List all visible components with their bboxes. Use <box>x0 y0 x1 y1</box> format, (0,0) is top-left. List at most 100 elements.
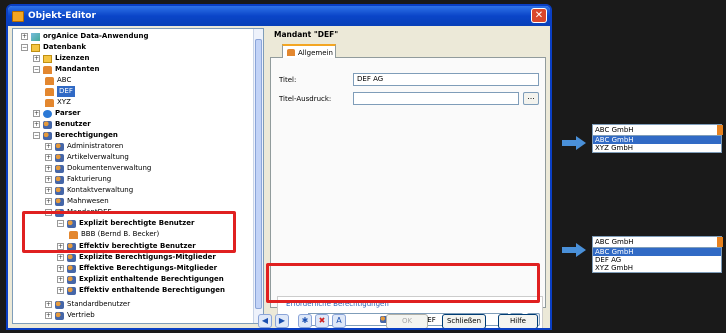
tree-item[interactable]: + Artikelverwaltung <box>45 152 129 163</box>
permission-group-icon <box>55 175 64 184</box>
parser-icon <box>43 109 52 118</box>
expand-icon[interactable]: + <box>21 33 28 40</box>
mandant-icon <box>45 76 54 85</box>
expand-icon[interactable]: + <box>57 287 64 294</box>
delete-icon[interactable]: ✖ <box>315 314 329 328</box>
permission-group-icon <box>55 311 64 320</box>
dropdown-selected[interactable]: ABC GmbH <box>593 125 723 136</box>
editor-header: Mandant "DEF" <box>274 30 339 39</box>
dropdown-option[interactable]: ABC GmbH <box>593 248 721 256</box>
chevron-down-icon[interactable] <box>717 237 723 247</box>
help-button[interactable]: Hilfe <box>498 314 538 328</box>
tree-item[interactable]: + Kontaktverwaltung <box>45 185 133 196</box>
users-icon <box>67 253 76 262</box>
permission-group-icon <box>55 186 64 195</box>
permission-group-icon <box>55 197 64 206</box>
expand-icon[interactable]: + <box>45 198 52 205</box>
tree-item[interactable]: + Parser <box>33 108 80 119</box>
tree-item[interactable]: + Explizite Berechtigungs-Mitglieder <box>57 252 216 263</box>
permission-group-icon <box>55 142 64 151</box>
titel-ausdruck-field[interactable] <box>353 92 519 105</box>
tree-item[interactable]: + Vertrieb <box>45 310 95 321</box>
scrollbar-thumb[interactable] <box>255 39 262 309</box>
browse-button[interactable]: ... <box>523 92 539 105</box>
permission-group-icon <box>55 153 64 162</box>
tree-item[interactable]: + Standardbenutzer <box>45 299 130 310</box>
collapse-icon[interactable]: − <box>33 132 40 139</box>
asterisk-icon[interactable]: ✱ <box>298 314 312 328</box>
dropdown-option[interactable]: XYZ GmbH <box>593 144 721 152</box>
expand-icon[interactable]: + <box>33 55 40 62</box>
tree-item[interactable]: + Dokumentenverwaltung <box>45 163 151 174</box>
permissions-icon <box>43 131 52 140</box>
collapse-icon[interactable]: − <box>33 66 40 73</box>
expand-icon[interactable]: + <box>57 254 64 261</box>
close-button[interactable]: Schließen <box>442 314 486 328</box>
tree-item[interactable]: ABC <box>45 75 71 86</box>
object-tree[interactable]: + orgAnice Data-Anwendung − Datenbank + Liz… <box>12 28 264 324</box>
permission-group-icon <box>55 164 64 173</box>
mandant-icon <box>287 49 295 56</box>
close-window-button[interactable]: ✕ <box>531 8 547 23</box>
expand-icon[interactable]: + <box>45 165 52 172</box>
expand-icon[interactable]: + <box>45 176 52 183</box>
tree-item[interactable]: + Explizit enthaltende Berechtigungen <box>57 274 224 285</box>
titel-label: Titel: <box>279 76 297 84</box>
app-icon <box>12 10 24 22</box>
highlight-frame-permissions <box>266 263 540 303</box>
dropdown-option[interactable]: ABC GmbH <box>593 136 721 144</box>
tree-item[interactable]: − Datenbank <box>21 42 86 53</box>
expand-icon[interactable]: + <box>33 110 40 117</box>
tree-item-selected[interactable]: DEF <box>45 86 75 97</box>
expand-icon[interactable]: + <box>45 143 52 150</box>
expand-icon[interactable]: + <box>45 312 52 319</box>
tree-item[interactable]: + Mahnwesen <box>45 196 109 207</box>
folder-icon <box>43 54 52 63</box>
dropdown-selected[interactable]: ABC GmbH <box>593 237 723 248</box>
highlight-frame-tree <box>22 211 236 253</box>
users-icon <box>67 264 76 273</box>
titel-ausdruck-label: Titel-Ausdruck: <box>279 95 332 103</box>
rename-icon[interactable]: A <box>332 314 346 328</box>
mandant-icon <box>43 65 52 74</box>
titel-field[interactable]: DEF AG <box>353 73 539 86</box>
expand-icon[interactable]: + <box>57 276 64 283</box>
folder-icon <box>31 43 40 52</box>
tree-item[interactable]: − Berechtigungen <box>33 130 118 141</box>
dropdown-example-top[interactable]: ABC GmbH ABC GmbH XYZ GmbH <box>592 124 723 153</box>
back-icon[interactable]: ◀ <box>258 314 272 328</box>
forward-icon[interactable]: ▶ <box>275 314 289 328</box>
tab-bar: Allgemein <box>270 42 546 59</box>
arrow-right-icon <box>562 243 586 257</box>
ok-button[interactable]: OK <box>386 314 428 328</box>
mandant-icon <box>45 98 54 107</box>
tree-scrollbar[interactable] <box>253 29 263 323</box>
tree-item[interactable]: + Benutzer <box>33 119 91 130</box>
collapse-icon[interactable]: − <box>21 44 28 51</box>
mandant-icon <box>45 87 54 96</box>
tree-item[interactable]: XYZ <box>45 97 71 108</box>
tab-allgemein[interactable]: Allgemein <box>282 44 336 59</box>
expand-icon[interactable]: + <box>45 301 52 308</box>
tree-item[interactable]: + Lizenzen <box>33 53 89 64</box>
bottom-toolbar: ◀ ▶ ✱ ✖ A OK Schließen Hilfe <box>258 312 550 328</box>
title-bar: Objekt-Editor ✕ <box>8 6 550 26</box>
dropdown-example-bottom[interactable]: ABC GmbH ABC GmbH DEF AG XYZ GmbH <box>592 236 723 273</box>
tree-item[interactable]: + Fakturierung <box>45 174 111 185</box>
tree-item[interactable]: + Effektiv enthaltende Berechtigungen <box>57 285 225 296</box>
dropdown-option[interactable]: XYZ GmbH <box>593 264 721 272</box>
users-icon <box>67 286 76 295</box>
tree-item[interactable]: + orgAnice Data-Anwendung <box>21 31 149 42</box>
permission-group-icon <box>55 300 64 309</box>
chevron-down-icon[interactable] <box>717 125 723 135</box>
dropdown-option[interactable]: DEF AG <box>593 256 721 264</box>
tree-item[interactable]: + Administratoren <box>45 141 123 152</box>
expand-icon[interactable]: + <box>45 187 52 194</box>
expand-icon[interactable]: + <box>57 265 64 272</box>
expand-icon[interactable]: + <box>33 121 40 128</box>
window-title: Objekt-Editor <box>28 11 96 21</box>
tree-item[interactable]: − Mandanten <box>33 64 99 75</box>
users-icon <box>43 120 52 129</box>
tree-item[interactable]: + Effektive Berechtigungs-Mitglieder <box>57 263 217 274</box>
expand-icon[interactable]: + <box>45 154 52 161</box>
